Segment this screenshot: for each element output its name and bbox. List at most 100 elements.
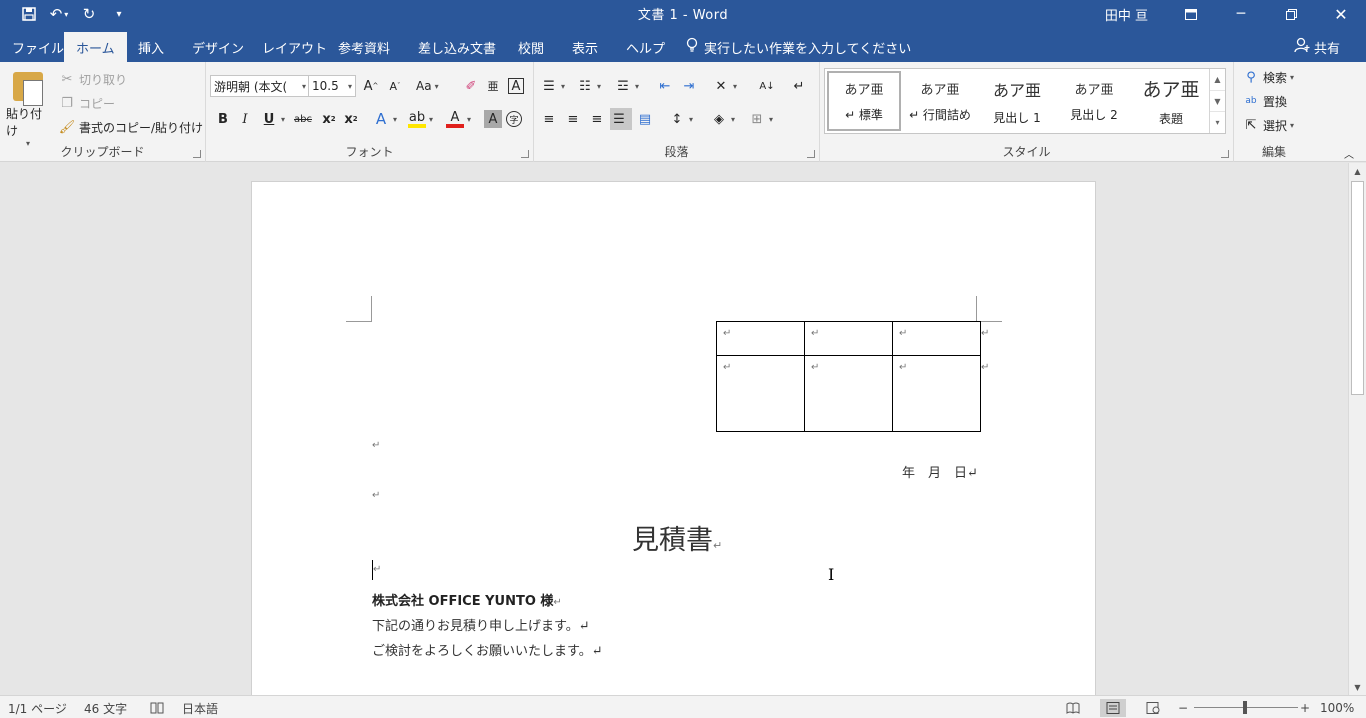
character-shading-button[interactable]: A — [484, 108, 502, 130]
font-name-combo[interactable]: 游明朝 (本文( ▾ — [210, 75, 310, 97]
scroll-up-icon[interactable]: ▲ — [1349, 163, 1366, 179]
font-launcher-icon[interactable] — [521, 150, 529, 158]
clear-formatting-button[interactable]: ✐ — [462, 75, 480, 97]
header-table[interactable]: ↵ ↵ ↵ ↵ ↵ ↵ — [716, 321, 981, 432]
underline-button[interactable]: U ▾ — [260, 108, 285, 130]
table-cell[interactable]: ↵ — [716, 321, 805, 356]
bold-button[interactable]: B — [214, 108, 232, 130]
style-standard[interactable]: あア亜 ↵ 標準 — [827, 71, 901, 131]
lightbulb-icon — [686, 37, 698, 57]
print-layout-icon[interactable] — [1100, 699, 1126, 717]
tab-view[interactable]: 表示 — [560, 32, 610, 62]
subscript-button[interactable]: x2 — [320, 108, 338, 130]
tab-help[interactable]: ヘルプ — [614, 32, 677, 62]
align-center-button[interactable]: ≡ — [564, 108, 582, 130]
italic-button[interactable]: I — [236, 108, 254, 130]
page-count[interactable]: 1/1 ページ — [8, 699, 67, 717]
grow-font-button[interactable]: A ^ — [362, 75, 380, 97]
table-cell[interactable]: ↵ — [804, 321, 893, 356]
select-button[interactable]: ⇱ 選択 ▾ — [1242, 114, 1294, 136]
strikethrough-button[interactable]: abc — [294, 108, 312, 130]
styles-launcher-icon[interactable] — [1221, 150, 1229, 158]
body-line-2[interactable]: ご検討をよろしくお願いいたします。↵ — [372, 640, 603, 659]
gallery-down-icon[interactable]: ▼ — [1210, 91, 1225, 113]
read-mode-icon[interactable] — [1066, 699, 1080, 717]
document-page[interactable]: ↵ ↵ ↵ ↵ ↵ ↵ ↵ ↵ ↵ 年 月 日↵ ↵ 見積書↵ ↵ 株式会社 O… — [251, 181, 1096, 695]
text-effects-button[interactable]: A ▾ — [372, 108, 397, 130]
copy-button[interactable]: ❐ コピー — [58, 92, 115, 114]
show-marks-button[interactable]: ↵ — [790, 75, 808, 97]
increase-indent-button[interactable]: ⇥ — [680, 75, 698, 97]
paragraph-launcher-icon[interactable] — [807, 150, 815, 158]
clipboard-launcher-icon[interactable] — [193, 150, 201, 158]
close-icon[interactable]: ✕ — [1316, 0, 1366, 28]
language[interactable]: 日本語 — [182, 699, 218, 717]
font-size-combo[interactable]: 10.5 ▾ — [308, 75, 356, 97]
table-cell[interactable]: ↵ — [892, 355, 981, 432]
align-right-button[interactable]: ≡ — [588, 108, 606, 130]
web-layout-icon[interactable] — [1146, 699, 1160, 717]
asian-layout-button[interactable]: ✕ ▾ — [712, 75, 737, 97]
style-heading-1[interactable]: あア亜 見出し 1 — [980, 71, 1054, 131]
borders-button[interactable]: ⊞ ▾ — [748, 108, 773, 130]
tab-insert[interactable]: 挿入 — [126, 32, 176, 62]
tab-home[interactable]: ホーム — [64, 32, 127, 62]
line-spacing-button[interactable]: ↕ ▾ — [668, 108, 693, 130]
font-color-button[interactable]: A ▾ — [446, 108, 471, 130]
change-case-button[interactable]: Aa ▾ — [416, 75, 439, 97]
collapse-ribbon-button[interactable]: ︿ — [1340, 142, 1358, 164]
character-border-button[interactable]: A — [508, 75, 524, 97]
distributed-button[interactable]: ▤ — [636, 108, 654, 130]
gallery-up-icon[interactable]: ▲ — [1210, 69, 1225, 91]
sort-button[interactable]: A↓ — [758, 75, 776, 97]
table-cell[interactable]: ↵ — [804, 355, 893, 432]
recipient-line[interactable]: 株式会社 OFFICE YUNTO 様↵ — [372, 590, 562, 609]
justify-button[interactable]: ☰ — [610, 108, 632, 130]
table-cell[interactable]: ↵ — [892, 321, 981, 356]
proofing-icon[interactable] — [150, 699, 164, 717]
word-count[interactable]: 46 文字 — [84, 699, 127, 717]
style-title[interactable]: あア亜 表題 — [1134, 71, 1208, 131]
table-cell[interactable]: ↵ — [716, 355, 805, 432]
find-button[interactable]: ⚲ 検索 ▾ — [1242, 66, 1294, 88]
phonetic-guide-button[interactable]: 亜 — [484, 75, 502, 97]
body-line-1[interactable]: 下記の通りお見積り申し上げます。↵ — [372, 615, 590, 634]
highlight-button[interactable]: ab ▾ — [408, 108, 433, 130]
shading-button[interactable]: ◈ ▾ — [710, 108, 735, 130]
numbering-button[interactable]: ☷ ▾ — [576, 75, 601, 97]
cut-button[interactable]: ✂ 切り取り — [58, 68, 127, 90]
scroll-thumb[interactable] — [1351, 181, 1364, 395]
scroll-down-icon[interactable]: ▼ — [1349, 679, 1366, 695]
zoom-out-button[interactable]: − — [1178, 699, 1188, 717]
style-no-spacing[interactable]: あア亜 ↵ 行間詰め — [903, 71, 977, 131]
paste-button[interactable]: 貼り付け ▾ — [6, 68, 50, 148]
enclose-characters-button[interactable]: 字 — [506, 108, 522, 130]
bullets-button[interactable]: ☰ ▾ — [540, 75, 565, 97]
tell-me-box[interactable]: 実行したい作業を入力してください — [686, 32, 911, 62]
shrink-font-button[interactable]: Aˇ — [386, 75, 404, 97]
user-name[interactable]: 田中 亘 — [1105, 5, 1148, 24]
multilevel-list-button[interactable]: ☲ ▾ — [614, 75, 639, 97]
tab-mailings[interactable]: 差し込み文書 — [406, 32, 508, 62]
gallery-more-icon[interactable]: ▾ — [1210, 112, 1225, 133]
replace-button[interactable]: ab 置換 — [1242, 90, 1287, 112]
document-title[interactable]: 見積書↵ — [632, 518, 722, 557]
style-heading-2[interactable]: あア亜 見出し 2 — [1057, 71, 1131, 131]
format-painter-button[interactable]: 🖌 書式のコピー/貼り付け — [58, 116, 203, 138]
decrease-indent-button[interactable]: ⇤ — [656, 75, 674, 97]
share-button[interactable]: 共有 — [1294, 32, 1340, 62]
tab-references[interactable]: 参考資料 — [326, 32, 402, 62]
vertical-scrollbar[interactable]: ▲ ▼ — [1348, 163, 1366, 695]
date-line[interactable]: 年 月 日↵ — [902, 462, 978, 481]
zoom-slider-thumb[interactable] — [1243, 701, 1247, 714]
tab-design[interactable]: デザイン — [180, 32, 256, 62]
ribbon-display-options-icon[interactable] — [1166, 0, 1216, 28]
superscript-button[interactable]: x2 — [342, 108, 360, 130]
align-left-button[interactable]: ≡ — [540, 108, 558, 130]
zoom-in-button[interactable]: + — [1300, 699, 1310, 717]
style-name: 表題 — [1158, 112, 1183, 126]
minimize-icon[interactable]: ─ — [1216, 0, 1266, 28]
zoom-level[interactable]: 100% — [1320, 699, 1354, 717]
restore-icon[interactable] — [1266, 0, 1316, 28]
tab-review[interactable]: 校閲 — [506, 32, 556, 62]
